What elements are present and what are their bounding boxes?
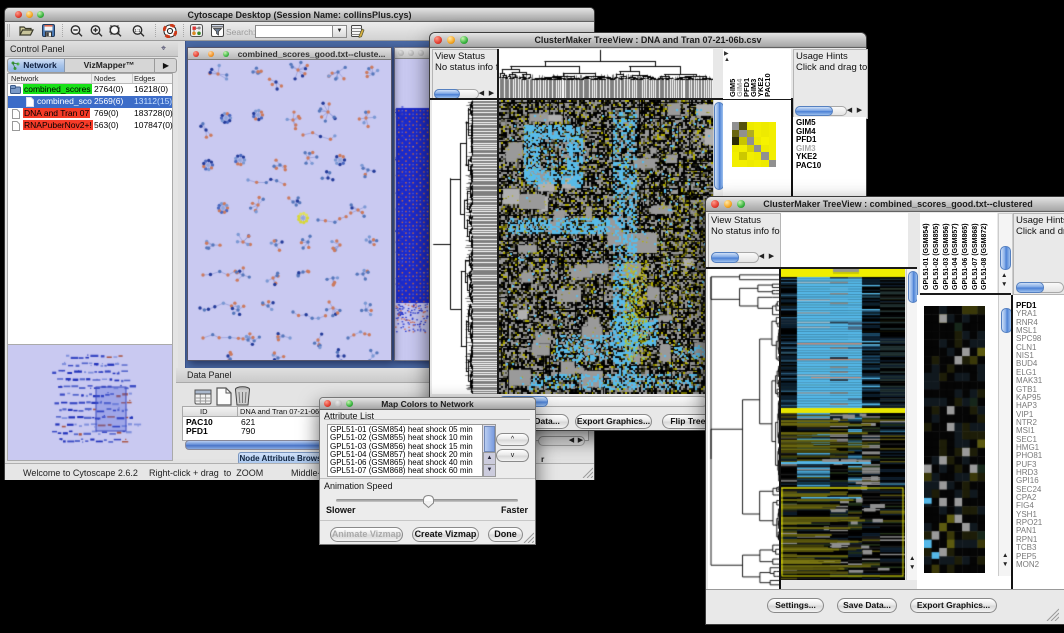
svg-text:1:1: 1:1: [134, 28, 141, 33]
